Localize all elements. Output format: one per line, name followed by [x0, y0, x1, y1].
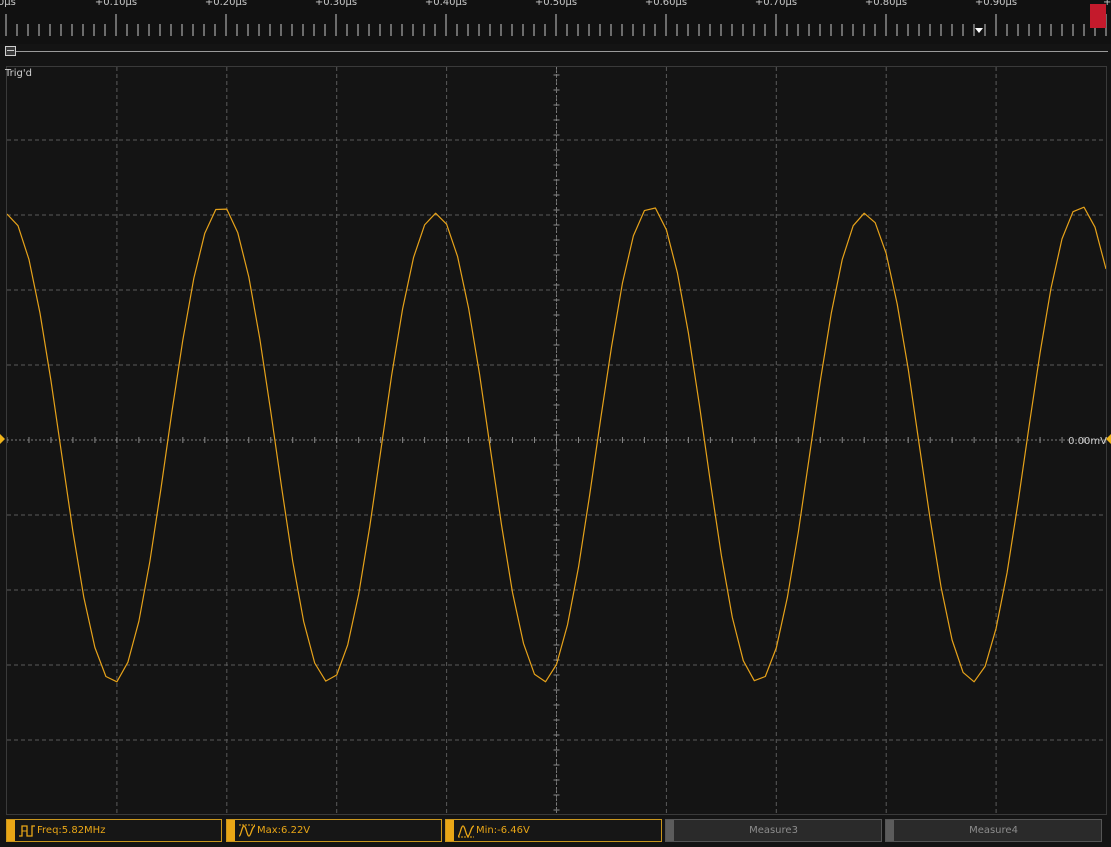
measure-slot-4-label: Measure4: [969, 825, 1018, 836]
max-level-icon: [238, 824, 256, 837]
min-level-icon: [457, 824, 475, 837]
ruler-label: +0.50µs: [534, 0, 578, 8]
timeline-handle[interactable]: [5, 46, 16, 56]
waveform-display[interactable]: [6, 66, 1107, 815]
ruler-label: +0.10µs: [94, 0, 138, 8]
measure-slot-3[interactable]: Measure3: [665, 819, 882, 842]
measure-tab: [886, 820, 894, 841]
measure-slot-3-label: Measure3: [749, 825, 798, 836]
measure-max[interactable]: Max:6.22V: [226, 819, 442, 842]
view-position-marker[interactable]: [975, 28, 983, 33]
trigger-status: Trig'd: [5, 68, 32, 79]
measure-max-label: Max:6.22V: [257, 825, 311, 836]
measure-tab: [227, 820, 235, 841]
measure-freq[interactable]: Freq:5.82MHz: [6, 819, 222, 842]
measure-tab: [7, 820, 15, 841]
measure-slot-4[interactable]: Measure4: [885, 819, 1102, 842]
ruler-label: +0.90µs: [974, 0, 1018, 8]
timeline-scroll[interactable]: [0, 44, 1111, 64]
channel-offset-marker[interactable]: [0, 434, 5, 444]
ruler-label: 00µs: [0, 0, 16, 8]
ruler-label: +0.80µs: [864, 0, 908, 8]
ruler-label: +0.70µs: [754, 0, 798, 8]
zero-level-label: 0.00mV: [1068, 436, 1107, 447]
timeline-track: [10, 51, 1108, 52]
measurement-bar: Freq:5.82MHz Max:6.22V Min:-6.46V Measur…: [0, 815, 1111, 847]
ruler-label: +0.20µs: [204, 0, 248, 8]
measure-min-label: Min:-6.46V: [476, 825, 530, 836]
trigger-position-marker[interactable]: [1090, 4, 1106, 28]
ruler-label: +0.60µs: [644, 0, 688, 8]
ruler-label: +0.30µs: [314, 0, 358, 8]
waveform-canvas: [7, 67, 1106, 814]
trigger-level-marker[interactable]: [1106, 434, 1111, 444]
time-ruler[interactable]: 00µs +0.10µs +0.20µs +0.30µs +0.40µs +0.50µs +…: [0, 0, 1111, 44]
measure-min[interactable]: Min:-6.46V: [445, 819, 662, 842]
measure-freq-label: Freq:5.82MHz: [37, 825, 106, 836]
measure-tab: [446, 820, 454, 841]
period-pulse-icon: [19, 824, 35, 837]
measure-tab: [666, 820, 674, 841]
ruler-label: +0.40µs: [424, 0, 468, 8]
